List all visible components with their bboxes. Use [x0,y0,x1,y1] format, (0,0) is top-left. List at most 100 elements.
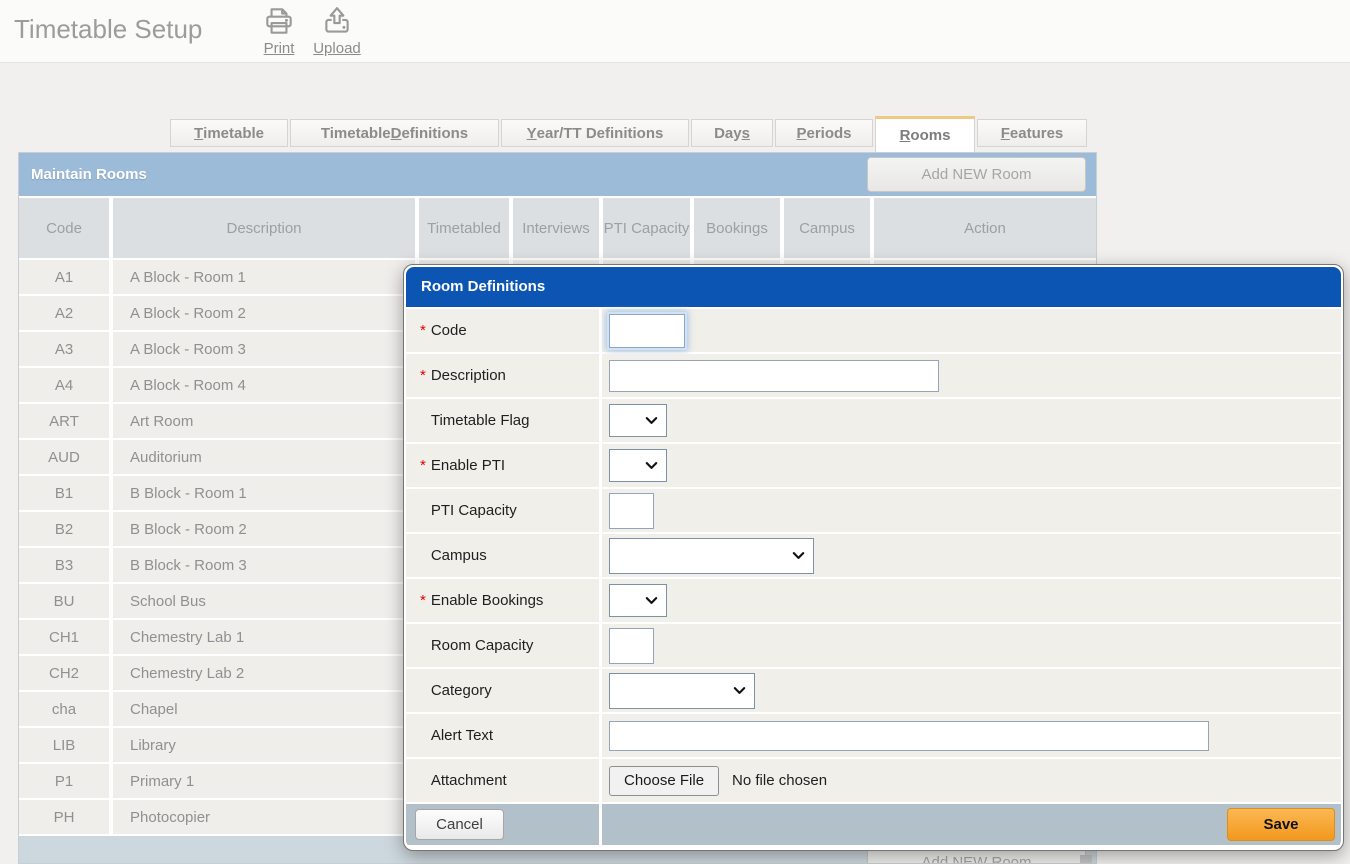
top-header-bar: Timetable Setup Print U [0,0,1350,63]
enable-pti-select[interactable] [609,449,667,482]
chevron-down-icon [791,548,806,563]
table-scrollbar-thumb[interactable] [1080,855,1092,864]
room-description-cell: B Block - Room 2 [113,512,415,546]
cancel-button[interactable]: Cancel [415,809,504,840]
chevron-down-icon [732,683,747,698]
room-code-cell: A1 [19,260,109,294]
field-label: Room Capacity [431,637,534,654]
room-description-cell: A Block - Room 2 [113,296,415,330]
room-code-cell: ART [19,404,109,438]
tab-periods[interactable]: Periods [775,119,873,147]
room-code-cell: PH [19,800,109,834]
field-row-campus: * Campus [406,534,1341,577]
room-code-cell: B3 [19,548,109,582]
field-label: Campus [431,547,487,564]
timetable-flag-select[interactable] [609,404,667,437]
column-header-action: Action [874,198,1096,258]
page: Timetable Setup Print U [0,0,1350,864]
room-code-cell: BU [19,584,109,618]
enable-bookings-select[interactable] [609,584,667,617]
tab-bar: TimetableTimetable DefinitionsYear/TT De… [170,116,1089,152]
chevron-down-icon [644,458,659,473]
field-row-enable-bookings: * Enable Bookings [406,579,1341,622]
required-asterisk: * [420,367,426,384]
print-label: Print [254,40,304,57]
tab-year-tt-definitions[interactable]: Year/TT Definitions [501,119,689,147]
room-description-cell: Auditorium [113,440,415,474]
room-description-cell: A Block - Room 3 [113,332,415,366]
tab-features[interactable]: Features [977,119,1087,147]
field-label: Code [431,322,467,339]
required-asterisk: * [420,322,426,339]
room-code-cell: LIB [19,728,109,762]
add-new-room-button[interactable]: Add NEW Room [867,157,1086,192]
print-button[interactable]: Print [254,5,304,57]
field-label: Alert Text [431,727,493,744]
column-header-bookings: Bookings [694,198,780,258]
upload-icon [320,5,354,39]
room-code-cell: A2 [19,296,109,330]
field-row-description: * Description [406,354,1341,397]
dialog-footer: Cancel Save [406,804,1341,845]
field-row-pti-capacity: * PTI Capacity [406,489,1341,532]
room-code-cell: P1 [19,764,109,798]
room-description-cell: B Block - Room 3 [113,548,415,582]
maintain-rooms-header-bar: Maintain Rooms Add NEW Room [19,153,1096,196]
dialog-footer-right: Save [602,804,1341,845]
column-header-code: Code [19,198,109,258]
room-code-cell: cha [19,692,109,726]
required-asterisk: * [420,592,426,609]
choose-file-button[interactable]: Choose File [609,766,719,796]
save-button[interactable]: Save [1227,808,1335,841]
tab-days[interactable]: Days [691,119,773,147]
column-header-description: Description [113,198,415,258]
pti-capacity-input[interactable] [609,493,654,529]
room-description-cell: Chapel [113,692,415,726]
field-row-category: * Category [406,669,1341,712]
field-row-room-capacity: * Room Capacity [406,624,1341,667]
upload-label: Upload [308,40,366,57]
column-header-pti-capacity: PTI Capacity [603,198,690,258]
tab-timetable-definitions[interactable]: Timetable Definitions [290,119,499,147]
field-label: Enable PTI [431,457,505,474]
field-label: Enable Bookings [431,592,544,609]
alert-text-input[interactable] [609,721,1209,751]
printer-icon [262,5,296,39]
column-header-interviews: Interviews [513,198,599,258]
code-input[interactable] [609,314,685,348]
campus-select[interactable] [609,538,814,574]
room-code-cell: B1 [19,476,109,510]
field-label: Category [431,682,492,699]
file-status-text: No file chosen [732,772,827,789]
room-capacity-input[interactable] [609,628,654,664]
column-header-timetabled: Timetabled [419,198,509,258]
room-description-cell: Library [113,728,415,762]
room-description-cell: School Bus [113,584,415,618]
tab-timetable[interactable]: Timetable [170,119,288,147]
room-description-cell: A Block - Room 1 [113,260,415,294]
field-row-enable-pti: * Enable PTI [406,444,1341,487]
chevron-down-icon [644,593,659,608]
dialog-title: Room Definitions [406,267,1341,307]
description-input[interactable] [609,360,939,392]
tab-rooms[interactable]: Rooms [875,116,975,152]
room-description-cell: Art Room [113,404,415,438]
room-definitions-dialog: Room Definitions * Code * Description * … [403,264,1344,851]
field-label: PTI Capacity [431,502,517,519]
room-description-cell: Chemestry Lab 1 [113,620,415,654]
room-code-cell: A3 [19,332,109,366]
field-row-timetable-flag: * Timetable Flag [406,399,1341,442]
column-header-campus: Campus [784,198,870,258]
room-code-cell: CH1 [19,620,109,654]
category-select[interactable] [609,673,755,709]
rooms-table-header-row: CodeDescriptionTimetabledInterviewsPTI C… [19,198,1096,258]
room-description-cell: Chemestry Lab 2 [113,656,415,690]
field-label: Timetable Flag [431,412,530,429]
field-row-code: * Code [406,309,1341,352]
upload-button[interactable]: Upload [308,5,366,57]
chevron-down-icon [644,413,659,428]
form-rows: * Code * Description * Timetable Flag * … [406,309,1341,802]
room-description-cell: Photocopier [113,800,415,834]
maintain-rooms-title: Maintain Rooms [31,153,147,196]
field-row-attachment: * Attachment Choose FileNo file chosen [406,759,1341,802]
